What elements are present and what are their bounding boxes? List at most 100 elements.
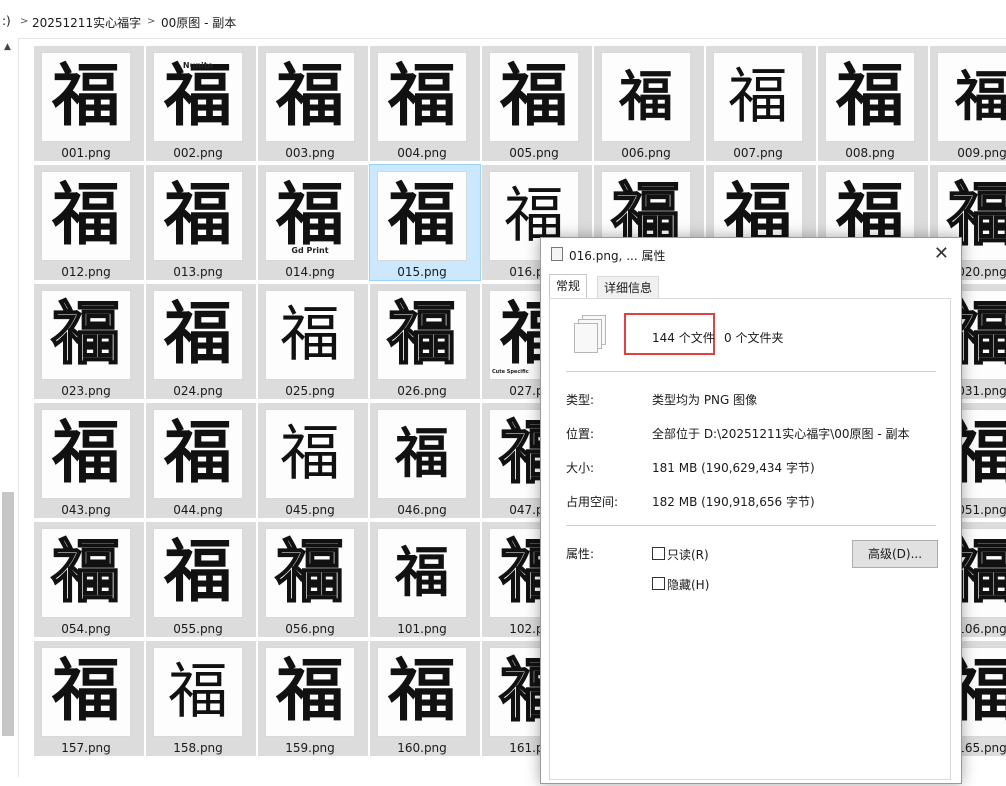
fu-character-glyph: 福 (163, 176, 232, 255)
file-thumbnail-item[interactable]: 福 024.png (146, 284, 256, 399)
thumbnail-image: 福 (601, 52, 691, 142)
location-value: 全部位于 D:\20251211实心福字\00原图 - 副本 (652, 427, 910, 441)
fu-character-glyph: 福 (955, 65, 1006, 128)
file-thumbnail-item[interactable]: 福 043.png (34, 403, 144, 518)
dialog-titlebar[interactable]: 016.png, ... 属性 ✕ (541, 238, 961, 270)
file-name-label: 055.png (173, 622, 223, 636)
fu-character-glyph: 福 (168, 657, 228, 727)
file-thumbnail-item[interactable]: 福 023.png (34, 284, 144, 399)
location-label: 位置: (566, 427, 595, 441)
file-thumbnail-item[interactable]: 福 009.png (930, 46, 1006, 161)
thumbnail-image: 福 (41, 171, 131, 261)
file-thumbnail-item[interactable]: 福 001.png (34, 46, 144, 161)
file-name-label: 159.png (285, 741, 335, 755)
thumbnail-image: 福 (153, 409, 243, 499)
thumbnail-image: 福 (377, 409, 467, 499)
file-thumbnail-item[interactable]: 福 056.png (258, 522, 368, 637)
fu-character-glyph: 福 (387, 176, 456, 255)
scrollbar-thumb[interactable] (2, 492, 14, 736)
thumbnail-image: 福 (153, 171, 243, 261)
file-thumbnail-item[interactable]: 福 Gd Print 014.png (258, 165, 368, 280)
scroll-up-arrow-icon[interactable]: ▲ (4, 42, 11, 52)
close-icon[interactable]: ✕ (934, 243, 949, 264)
fu-character-glyph: 福 (275, 176, 344, 255)
thumbnail-image: 福 (377, 290, 467, 380)
file-name-label: 054.png (61, 622, 111, 636)
breadcrumb-folder-current[interactable]: 00原图 - 副本 (161, 14, 236, 31)
fu-character-glyph: 福 (395, 541, 449, 604)
file-name-label: 023.png (61, 384, 111, 398)
file-thumbnail-item[interactable]: 福 045.png (258, 403, 368, 518)
readonly-label[interactable]: 只读(R) (667, 546, 709, 563)
thumbnail-image: 福 (489, 52, 579, 142)
file-thumbnail-item[interactable]: 福 159.png (258, 641, 368, 756)
file-thumbnail-item[interactable]: 福 158.png (146, 641, 256, 756)
thumbnail-image: 福 (41, 409, 131, 499)
file-thumbnail-item[interactable]: 福 157.png (34, 641, 144, 756)
tab-general[interactable]: 常规 (549, 274, 588, 299)
thumbnail-image: 福 Gd Print (265, 171, 355, 261)
thumbnail-image: 福 (377, 171, 467, 261)
properties-dialog: 016.png, ... 属性 ✕ 常规 详细信息 144 个文件 0 个文件夹… (540, 237, 962, 784)
file-name-label: 043.png (61, 503, 111, 517)
size-value: 181 MB (190,629,434 字节) (652, 461, 815, 475)
thumbnail-image: 福 (265, 528, 355, 618)
thumbnail-image: 福 (153, 647, 243, 737)
file-thumbnail-item[interactable]: 福 026.png (370, 284, 480, 399)
file-name-label: 005.png (509, 146, 559, 160)
breadcrumb-folder-parent[interactable]: 20251211实心福字 (32, 14, 141, 31)
file-name-label: 003.png (285, 146, 335, 160)
file-thumbnail-item[interactable]: 福 044.png (146, 403, 256, 518)
file-thumbnail-item[interactable]: 福 012.png (34, 165, 144, 280)
vertical-scrollbar[interactable]: ▲ (0, 38, 19, 777)
file-thumbnail-item[interactable]: 福 008.png (818, 46, 928, 161)
general-tab-panel: 144 个文件 0 个文件夹 类型: 类型均为 PNG 图像 位置: 全部位于 … (549, 298, 951, 780)
chevron-right-icon[interactable]: > (147, 16, 155, 27)
fu-character-glyph: 福 (163, 295, 232, 374)
file-name-label: 056.png (285, 622, 335, 636)
thumbnail-image: 福 (265, 52, 355, 142)
file-name-label: 008.png (845, 146, 895, 160)
file-icon (551, 247, 563, 261)
file-thumbnail-item[interactable]: 福 055.png (146, 522, 256, 637)
file-name-label: 009.png (957, 146, 1006, 160)
thumbnail-image: 福 (153, 528, 243, 618)
advanced-button[interactable]: 高级(D)... (852, 540, 938, 568)
file-thumbnail-item[interactable]: 福 013.png (146, 165, 256, 280)
file-thumbnail-item[interactable]: 福 046.png (370, 403, 480, 518)
fu-character-glyph: 福 (387, 57, 456, 136)
tab-details[interactable]: 详细信息 (597, 276, 660, 299)
thumbnail-text-label: Gd Print (291, 246, 329, 255)
hidden-checkbox[interactable] (652, 577, 665, 590)
file-thumbnail-item[interactable]: 福 003.png (258, 46, 368, 161)
file-name-label: 160.png (397, 741, 447, 755)
file-count: 144 个文件 (652, 331, 715, 345)
readonly-checkbox[interactable] (652, 547, 665, 560)
file-thumbnail-item[interactable]: 福 101.png (370, 522, 480, 637)
file-thumbnail-item[interactable]: 福 025.png (258, 284, 368, 399)
file-name-label: 101.png (397, 622, 447, 636)
fu-character-glyph: 福 (387, 652, 456, 731)
file-name-label: 026.png (397, 384, 447, 398)
fu-character-glyph: 福 (275, 533, 345, 612)
file-thumbnail-item[interactable]: 福 Nunito 002.png (146, 46, 256, 161)
file-thumbnail-item[interactable]: 福 054.png (34, 522, 144, 637)
file-name-label: 015.png (397, 265, 447, 279)
file-thumbnail-item[interactable]: 福 004.png (370, 46, 480, 161)
file-thumbnail-item[interactable]: 福 006.png (594, 46, 704, 161)
file-thumbnail-item[interactable]: 福 160.png (370, 641, 480, 756)
thumbnail-image: 福 (153, 290, 243, 380)
fu-character-glyph: 福 (619, 65, 673, 128)
thumbnail-image: 福 (265, 409, 355, 499)
fu-character-glyph: 福 (395, 422, 449, 485)
chevron-right-icon[interactable]: > (20, 16, 28, 27)
dialog-title: 016.png, ... 属性 (569, 249, 666, 263)
hidden-label[interactable]: 隐藏(H) (667, 576, 709, 593)
address-bar[interactable]: :) > 20251211实心福字 > 00原图 - 副本 (0, 0, 1006, 39)
file-name-label: 157.png (61, 741, 111, 755)
file-name-label: 012.png (61, 265, 111, 279)
size-on-disk-value: 182 MB (190,918,656 字节) (652, 495, 815, 509)
file-thumbnail-item[interactable]: 福 007.png (706, 46, 816, 161)
file-thumbnail-item[interactable]: 福 005.png (482, 46, 592, 161)
file-thumbnail-item[interactable]: 福 015.png (369, 164, 481, 281)
